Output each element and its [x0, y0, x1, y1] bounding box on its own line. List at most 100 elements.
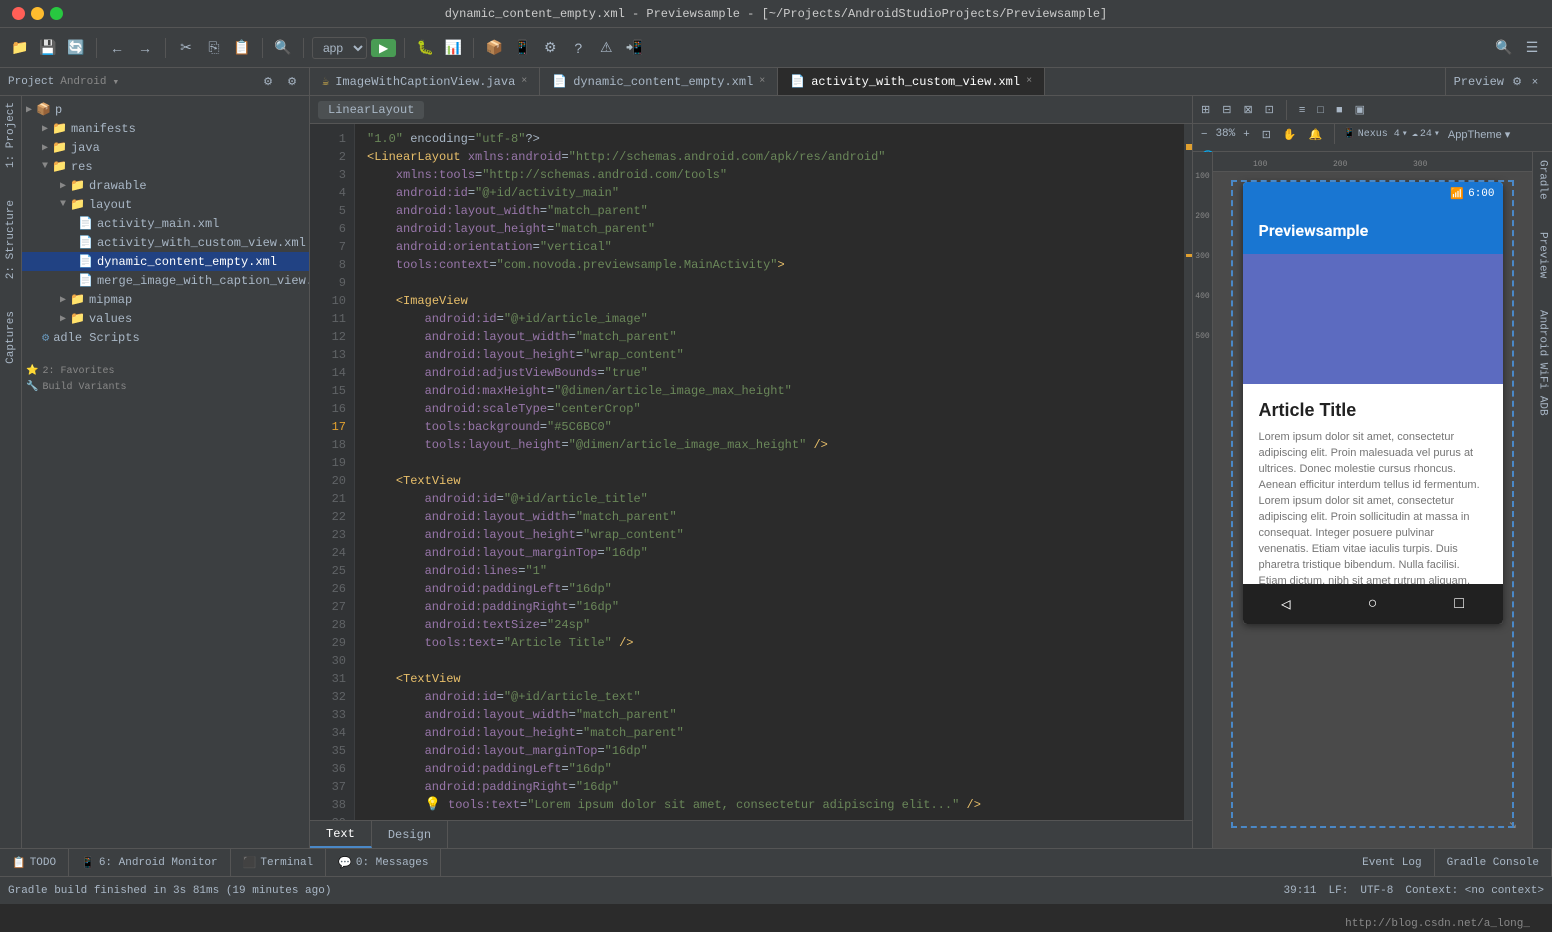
- wifi-adb-tab[interactable]: Android WiFi ADB: [1535, 302, 1551, 424]
- android-label[interactable]: Android: [60, 76, 106, 88]
- tree-gradle[interactable]: ⚙ adle Scripts: [22, 328, 309, 347]
- settings-button[interactable]: ⚙: [538, 36, 562, 60]
- close-button[interactable]: [12, 7, 25, 20]
- code-content[interactable]: "1.0" encoding="utf-8"?> <LinearLayout x…: [355, 124, 1184, 820]
- sdk-manager-button[interactable]: 📦: [482, 36, 506, 60]
- project-dropdown-icon[interactable]: ▾: [112, 75, 119, 89]
- preview-panel: ⊞ ⊟ ⊠ ⊡ ≡ □ ■ ▣ − 38% + ⊡ ✋ 🔔 📱 Nexus 4 …: [1192, 96, 1552, 848]
- resize-handle[interactable]: ↘: [1509, 816, 1517, 833]
- tab-close-dynamic[interactable]: ×: [759, 76, 765, 87]
- project-settings-btn[interactable]: ⚙: [259, 73, 277, 91]
- forward-button[interactable]: →: [133, 36, 157, 60]
- project-gear-btn[interactable]: ⚙: [283, 73, 301, 91]
- structure-vertical-tab[interactable]: 2: Structure: [3, 194, 19, 285]
- tab-imageview-java[interactable]: ☕ ImageWithCaptionView.java ×: [310, 68, 540, 95]
- zoom-out-btn[interactable]: −: [1197, 126, 1211, 142]
- tree-activity-main[interactable]: 📄 activity_main.xml: [22, 214, 309, 233]
- zoom-in-btn[interactable]: +: [1239, 126, 1253, 142]
- help-button[interactable]: ?: [566, 36, 590, 60]
- palette-btn-8[interactable]: ▣: [1351, 101, 1369, 118]
- copy-button[interactable]: ⎘: [202, 36, 226, 60]
- tab-label-java: ImageWithCaptionView.java: [335, 75, 515, 89]
- project-panel-header: Project Android ▾ ⚙ ⚙: [0, 68, 310, 95]
- captures-vertical-tab[interactable]: Captures: [3, 305, 19, 370]
- phone-preview-container: 📶 6:00 Previewsample Article Title Lore: [1213, 172, 1532, 848]
- palette-btn-1[interactable]: ⊞: [1197, 101, 1214, 118]
- bell-btn[interactable]: 🔔: [1305, 126, 1327, 143]
- event-log-tab[interactable]: Event Log: [1350, 849, 1434, 876]
- editor-area: LinearLayout 12345 678910 1112131415 16 …: [310, 96, 1192, 848]
- app-title: Previewsample: [1259, 221, 1369, 240]
- code-editor[interactable]: 12345 678910 1112131415 16 17 181920 212…: [310, 124, 1192, 820]
- tree-layout[interactable]: ▼ 📁 layout: [22, 195, 309, 214]
- separator-2: [165, 38, 166, 58]
- search-button[interactable]: 🔍: [271, 36, 295, 60]
- palette-btn-6[interactable]: □: [1313, 102, 1328, 118]
- warning-marker: [1186, 144, 1192, 150]
- palette-btn-2[interactable]: ⊟: [1218, 101, 1235, 118]
- palette-btn-5[interactable]: ≡: [1295, 102, 1309, 118]
- project-vertical-tab[interactable]: 1: Project: [3, 96, 19, 174]
- preview-close-btn[interactable]: ×: [1526, 73, 1544, 91]
- tree-dynamic-empty[interactable]: 📄 dynamic_content_empty.xml: [22, 252, 309, 271]
- text-tab[interactable]: Text: [310, 821, 372, 848]
- todo-tab[interactable]: 📋 TODO: [0, 849, 69, 876]
- back-button[interactable]: ←: [105, 36, 129, 60]
- design-tab[interactable]: Design: [372, 821, 448, 848]
- tree-drawable[interactable]: ▶ 📁 drawable: [22, 176, 309, 195]
- android-monitor-tab[interactable]: 📱 6: Android Monitor: [69, 849, 231, 876]
- global-search-button[interactable]: 🔍: [1492, 36, 1516, 60]
- tree-res[interactable]: ▼ 📁 res: [22, 157, 309, 176]
- window-controls: [12, 7, 63, 20]
- fit-btn[interactable]: ⊡: [1258, 126, 1275, 143]
- tree-java[interactable]: ▶ 📁 java: [22, 138, 309, 157]
- terminal-tab[interactable]: ⬛ Terminal: [231, 849, 327, 876]
- tab-activity-xml[interactable]: 📄 activity_with_custom_view.xml ×: [778, 68, 1045, 95]
- tree-values[interactable]: ▶ 📁 values: [22, 309, 309, 328]
- tab-dynamic-xml[interactable]: 📄 dynamic_content_empty.xml ×: [540, 68, 778, 95]
- paste-button[interactable]: 📋: [230, 36, 254, 60]
- separator-3: [262, 38, 263, 58]
- gradle-console-tab[interactable]: Gradle Console: [1435, 849, 1552, 876]
- warning-button[interactable]: ⚠: [594, 36, 618, 60]
- palette-btn-4[interactable]: ⊡: [1261, 101, 1278, 118]
- sync-button[interactable]: 🔄: [64, 36, 88, 60]
- debug-button[interactable]: 🐛: [413, 36, 437, 60]
- palette-btn-3[interactable]: ⊠: [1239, 101, 1256, 118]
- maximize-button[interactable]: [50, 7, 63, 20]
- build-status: Gradle build finished in 3s 81ms (19 min…: [8, 885, 331, 897]
- run-button[interactable]: ▶: [371, 39, 396, 57]
- app-config-dropdown[interactable]: app: [312, 37, 367, 59]
- warning-marker-2: [1186, 254, 1192, 257]
- tree-root[interactable]: ▶ 📦 p: [22, 100, 309, 119]
- line-numbers: 12345 678910 1112131415 16 17 181920 212…: [310, 124, 355, 820]
- theme-btn[interactable]: AppTheme ▾: [1444, 126, 1514, 143]
- tree-merge-image[interactable]: 📄 merge_image_with_caption_view.xml: [22, 271, 309, 290]
- more-button[interactable]: ☰: [1520, 36, 1544, 60]
- open-folder-button[interactable]: 📁: [8, 36, 32, 60]
- cut-button[interactable]: ✂: [174, 36, 198, 60]
- pan-btn[interactable]: ✋: [1279, 126, 1301, 143]
- minimize-button[interactable]: [31, 7, 44, 20]
- preview-settings-btn[interactable]: ⚙: [1508, 73, 1526, 91]
- project-label: Project: [8, 76, 54, 88]
- phone-content: Article Title Lorem ipsum dolor sit amet…: [1243, 384, 1503, 584]
- tab-close-activity[interactable]: ×: [1026, 76, 1032, 87]
- title-bar: dynamic_content_empty.xml - Previewsampl…: [0, 0, 1552, 28]
- save-button[interactable]: 💾: [36, 36, 60, 60]
- palette-btn-7[interactable]: ■: [1332, 102, 1347, 118]
- zoom-level: 38%: [1215, 128, 1235, 140]
- tree-mipmap[interactable]: ▶ 📁 mipmap: [22, 290, 309, 309]
- preview-tab[interactable]: Preview: [1535, 224, 1551, 286]
- tab-close-java[interactable]: ×: [521, 76, 527, 87]
- tree-activity-custom[interactable]: 📄 activity_with_custom_view.xml: [22, 233, 309, 252]
- right-side-tabs: Gradle Preview Android WiFi ADB: [1532, 152, 1552, 848]
- profile-button[interactable]: 📊: [441, 36, 465, 60]
- gradle-tab[interactable]: Gradle: [1535, 152, 1551, 208]
- avd-manager-button[interactable]: 📱: [510, 36, 534, 60]
- messages-tab[interactable]: 💬 0: Messages: [326, 849, 441, 876]
- messages-label: 0: Messages: [356, 857, 429, 869]
- ruler-vertical: 100 200 300 400 500: [1193, 152, 1213, 848]
- device-button[interactable]: 📲: [622, 36, 646, 60]
- tree-manifests[interactable]: ▶ 📁 manifests: [22, 119, 309, 138]
